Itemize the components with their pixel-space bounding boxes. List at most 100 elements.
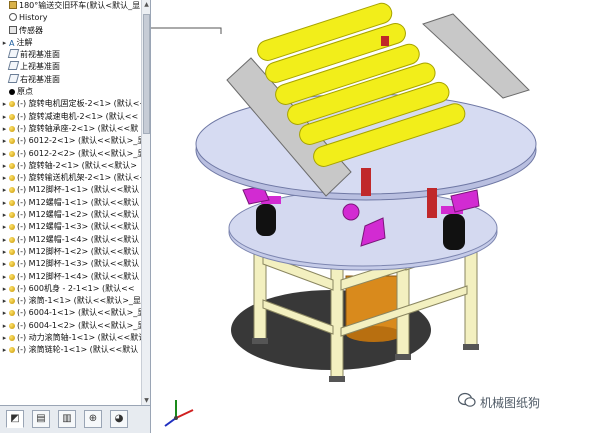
plane-icon [7, 73, 20, 83]
tree-item-label: (-) M12螺帽-1<3> (默认<<默认 [17, 222, 140, 232]
expand-arrow-icon[interactable]: ▸ [0, 344, 9, 356]
tree-item-label: (-) 旋转输送机机架-2<1> (默认<< [17, 173, 141, 183]
tree-item-label: (-) 6004-1<1> (默认<<默认>_显 [17, 308, 141, 318]
tree-item-label: 右视基准面 [20, 74, 60, 84]
tree-item-label: (-) M12螺帽-1<1> (默认<<默认 [17, 197, 140, 207]
tree-item[interactable]: ▸ (-) M12脚杯-1<4> (默认<<默认 [0, 271, 141, 283]
tree-item[interactable]: ▸ A 注解 [0, 37, 141, 49]
tree-item[interactable]: ▸ (-) 6004-1<1> (默认<<默认>_显 [0, 307, 141, 319]
plane-icon [7, 49, 20, 59]
tree-item[interactable]: ▸ (-) M12螺帽-1<3> (默认<<默认 [0, 221, 141, 233]
expand-arrow-icon[interactable]: ▸ [0, 246, 9, 258]
sensor-icon [9, 25, 17, 34]
expand-arrow-icon[interactable]: ▸ [0, 307, 9, 319]
part-icon [9, 261, 15, 268]
part-icon [9, 199, 15, 206]
tree-item[interactable]: ▸ (-) 旋转轴-2<1> (默认<<默认> [0, 160, 141, 172]
dimxpert-tab[interactable]: ⊕ [84, 410, 102, 428]
tree-item[interactable]: ▸ (-) M12螺帽-1<1> (默认<<默认 [0, 197, 141, 209]
tree-item[interactable]: 180°输送交旧环车(默认<默认_显 [0, 0, 141, 12]
tree-item[interactable]: ▸ (-) 旋转轴承座-2<1> (默认<<默 [0, 123, 141, 135]
manager-tab-bar: ◩ ▤ ▥ ⊕ ◕ [0, 405, 151, 433]
tree-item[interactable]: ▸ (-) 6012-2<2> (默认<<默认>_显 [0, 148, 141, 160]
tree-item[interactable]: ▸ (-) 滚筒链轮-1<1> (默认<<默认 [0, 344, 141, 356]
tree-item-label: (-) M12螺帽-1<4> (默认<<默认 [17, 234, 140, 244]
expand-arrow-icon[interactable]: ▸ [0, 172, 9, 184]
tree-item-label: 前视基准面 [20, 50, 60, 60]
feature-manager-tab[interactable]: ◩ [6, 410, 24, 428]
tree-item[interactable]: ▸ (-) M12脚杯-1<2> (默认<<默认 [0, 246, 141, 258]
wechat-icon [458, 392, 476, 407]
expand-arrow-icon[interactable]: ▸ [0, 283, 9, 295]
scroll-down-arrow-icon[interactable]: ▼ [142, 396, 150, 405]
tree-item-label: (-) M12脚杯-1<1> (默认<<默认 [17, 185, 140, 195]
graphics-viewport[interactable] [31, 0, 600, 432]
expand-arrow-icon[interactable]: ▸ [0, 197, 9, 209]
expand-arrow-icon[interactable]: ▸ [0, 98, 9, 110]
part-icon [9, 125, 15, 132]
asm-icon [9, 1, 17, 9]
tree-scrollbar[interactable]: ▲ ▼ [141, 0, 150, 405]
tree-item-label: (-) M12螺帽-1<2> (默认<<默认 [17, 210, 140, 220]
tree-item-label: (-) 旋转电机固定板-2<1> (默认<< [17, 99, 141, 109]
tree-item-label: (-) 动力滚筒轴-1<1> (默认<<默认 [17, 333, 141, 343]
tree-item[interactable]: ▸ (-) M12脚杯-1<1> (默认<<默认 [0, 184, 141, 196]
tree-item[interactable]: ▸ (-) 旋转输送机机架-2<1> (默认<< [0, 172, 141, 184]
part-icon [9, 113, 15, 120]
expand-arrow-icon[interactable]: ▸ [0, 234, 9, 246]
expand-arrow-icon[interactable]: ▸ [0, 221, 9, 233]
part-icon [9, 101, 15, 108]
scroll-up-arrow-icon[interactable]: ▲ [142, 0, 150, 9]
part-icon [9, 285, 15, 292]
tree-item[interactable]: ▸ (-) 6004-1<2> (默认<<默认>_显 [0, 320, 141, 332]
expand-arrow-icon[interactable]: ▸ [0, 320, 9, 332]
expand-arrow-icon[interactable]: ▸ [0, 184, 9, 196]
expand-arrow-icon[interactable]: ▸ [0, 123, 9, 135]
expand-arrow-icon[interactable]: ▸ [0, 111, 9, 123]
tree-item[interactable]: ▸ (-) 600机身 - 2-1<1> (默认<< [0, 283, 141, 295]
tree-item-label: (-) M12脚杯-1<3> (默认<<默认 [17, 259, 140, 269]
tree-item-label: 传感器 [19, 25, 43, 35]
configuration-manager-tab[interactable]: ▥ [58, 410, 76, 428]
tree-item[interactable]: ▸ (-) 旋转减速电机-2<1> (默认<< [0, 111, 141, 123]
tree-item-label: (-) 旋转减速电机-2<1> (默认<< [17, 111, 139, 121]
tree-item-label: 原点 [17, 87, 33, 97]
expand-arrow-icon[interactable]: ▸ [0, 295, 9, 307]
tree-item-label: History [19, 13, 48, 23]
tree-item[interactable]: 右视基准面 [0, 73, 141, 86]
expand-arrow-icon[interactable]: ▸ [0, 209, 9, 221]
property-manager-tab[interactable]: ▤ [32, 410, 50, 428]
plane-icon [7, 61, 20, 71]
tree-item-label: (-) 滚筒链轮-1<1> (默认<<默认 [17, 345, 139, 355]
tree-item[interactable]: ▸ (-) 旋转电机固定板-2<1> (默认<< [0, 98, 141, 110]
scroll-thumb[interactable] [143, 14, 150, 134]
expand-arrow-icon[interactable]: ▸ [0, 332, 9, 344]
tree-item[interactable]: 传感器 [0, 25, 141, 37]
tree-item[interactable]: ▸ (-) 动力滚筒轴-1<1> (默认<<默认 [0, 332, 141, 344]
expand-arrow-icon[interactable]: ▸ [0, 160, 9, 172]
expand-arrow-icon[interactable]: ▸ [0, 135, 9, 147]
part-icon [9, 236, 15, 243]
part-icon [9, 322, 15, 329]
expand-arrow-icon[interactable]: ▸ [0, 271, 9, 283]
tree-item[interactable]: 前视基准面 [0, 49, 141, 61]
expand-arrow-icon[interactable]: ▸ [0, 148, 9, 160]
tree-item[interactable]: ▸ (-) 6012-2<1> (默认<<默认>_显 [0, 135, 141, 147]
tree-item[interactable]: History [0, 12, 141, 24]
tree-item-label: 上视基准面 [20, 62, 60, 72]
tree-item[interactable]: ▸ (-) M12螺帽-1<2> (默认<<默认 [0, 209, 141, 221]
part-icon [9, 138, 15, 145]
origin-icon [9, 89, 15, 96]
tree-item-label: (-) 旋转轴-2<1> (默认<<默认> [17, 160, 137, 170]
expand-arrow-icon[interactable]: ▸ [0, 258, 9, 270]
tree-item[interactable]: ▸ (-) M12脚杯-1<3> (默认<<默认 [0, 258, 141, 270]
tree-item[interactable]: ▸ (-) M12螺帽-1<4> (默认<<默认 [0, 234, 141, 246]
tree-item[interactable]: 原点 [0, 86, 141, 98]
feature-tree-panel: 180°输送交旧环车(默认<默认_显 History 传感器 ▸ A 注解 前视基准面上视基… [0, 0, 151, 405]
expand-arrow-icon[interactable]: ▸ [0, 37, 9, 49]
tree-item[interactable]: ▸ (-) 滚筒-1<1> (默认<<默认>_显 [0, 295, 141, 307]
hist-icon [9, 13, 17, 22]
display-manager-tab[interactable]: ◕ [110, 410, 128, 428]
model-view [31, 2, 537, 427]
tree-item[interactable]: 上视基准面 [0, 61, 141, 73]
